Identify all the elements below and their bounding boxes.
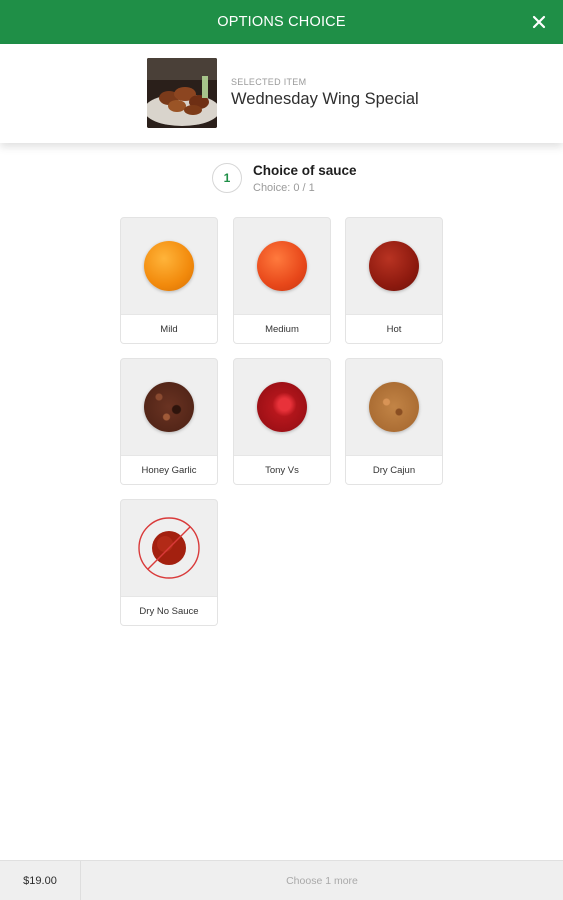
option-label: Honey Garlic [121, 455, 217, 484]
option-label: Dry Cajun [346, 455, 442, 484]
step-count: Choice: 0 / 1 [253, 181, 315, 194]
sauce-medium-image [257, 241, 307, 291]
close-button[interactable] [529, 12, 549, 32]
step-number: 1 [212, 163, 242, 193]
close-icon [532, 15, 546, 29]
sauce-dry-cajun-image [369, 382, 419, 432]
option-label: Hot [346, 314, 442, 343]
total-price: $19.00 [0, 861, 81, 900]
option-mild[interactable]: Mild [120, 217, 218, 344]
option-label: Tony Vs [234, 455, 330, 484]
option-hot[interactable]: Hot [345, 217, 443, 344]
modal-header: OPTIONS CHOICE [0, 0, 563, 44]
option-label: Mild [121, 314, 217, 343]
selected-item-name: Wednesday Wing Special [231, 90, 419, 108]
choose-more-button[interactable]: Choose 1 more [81, 861, 563, 900]
step-header: 1 Choice of sauce Choice: 0 / 1 [212, 161, 357, 195]
step-title: Choice of sauce [253, 162, 357, 178]
selected-item-label: SELECTED ITEM [231, 77, 307, 87]
sauce-honey-garlic-image [144, 382, 194, 432]
option-label: Medium [234, 314, 330, 343]
option-dry-cajun[interactable]: Dry Cajun [345, 358, 443, 485]
option-label: Dry No Sauce [121, 596, 217, 625]
sauce-mild-image [144, 241, 194, 291]
selected-item-card: SELECTED ITEM Wednesday Wing Special [0, 44, 563, 143]
sauce-hot-image [369, 241, 419, 291]
footer-bar: $19.00 Choose 1 more [0, 860, 563, 900]
option-medium[interactable]: Medium [233, 217, 331, 344]
sauce-tony-vs-image [257, 382, 307, 432]
option-dry-no-sauce[interactable]: Dry No Sauce [120, 499, 218, 626]
option-honey-garlic[interactable]: Honey Garlic [120, 358, 218, 485]
modal-title: OPTIONS CHOICE [217, 14, 346, 30]
item-thumbnail [147, 58, 217, 128]
option-tony-vs[interactable]: Tony Vs [233, 358, 331, 485]
no-sauce-icon [138, 517, 200, 579]
